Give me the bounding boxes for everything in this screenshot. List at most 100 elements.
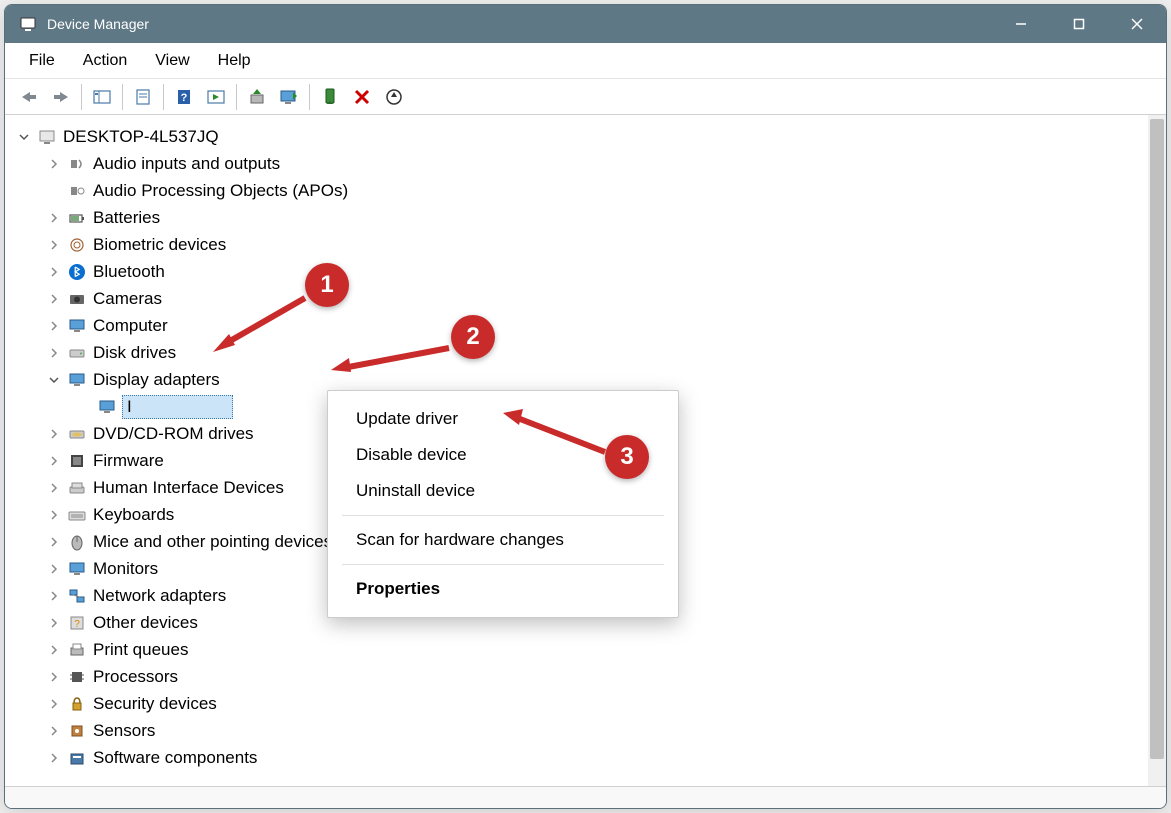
back-button[interactable]: [14, 83, 44, 111]
ctx-update-driver[interactable]: Update driver: [328, 401, 678, 437]
disable-device-button[interactable]: [274, 83, 304, 111]
tree-category[interactable]: Audio inputs and outputs: [15, 150, 1162, 177]
category-icon: [67, 343, 87, 363]
tree-category[interactable]: Batteries: [15, 204, 1162, 231]
category-label: Display adapters: [93, 370, 220, 390]
maximize-button[interactable]: [1050, 5, 1108, 43]
chevron-right-icon[interactable]: [45, 587, 63, 605]
category-icon: [67, 748, 87, 768]
tree-category[interactable]: Sensors: [15, 717, 1162, 744]
tree-category[interactable]: Bluetooth: [15, 258, 1162, 285]
svg-text:?: ?: [181, 92, 188, 104]
chevron-right-icon[interactable]: [45, 209, 63, 227]
chevron-right-icon[interactable]: [45, 290, 63, 308]
chevron-right-icon[interactable]: [45, 614, 63, 632]
window-title: Device Manager: [47, 16, 992, 32]
tree-category[interactable]: Computer: [15, 312, 1162, 339]
computer-icon: [37, 127, 57, 147]
chevron-right-icon[interactable]: [45, 668, 63, 686]
tree-category[interactable]: Security devices: [15, 690, 1162, 717]
category-label: Audio inputs and outputs: [93, 154, 280, 174]
chevron-right-icon[interactable]: [45, 641, 63, 659]
category-label: Mice and other pointing devices: [93, 532, 332, 552]
category-label: Bluetooth: [93, 262, 165, 282]
ctx-uninstall-device[interactable]: Uninstall device: [328, 473, 678, 509]
ctx-scan-hardware[interactable]: Scan for hardware changes: [328, 522, 678, 558]
chevron-right-icon[interactable]: [45, 236, 63, 254]
chevron-right-icon[interactable]: [45, 506, 63, 524]
forward-button[interactable]: [46, 83, 76, 111]
category-icon: ?: [67, 613, 87, 633]
uninstall-button[interactable]: [347, 83, 377, 111]
chevron-down-icon[interactable]: [15, 128, 33, 146]
root-label: DESKTOP-4L537JQ: [63, 127, 219, 147]
scan-button[interactable]: [201, 83, 231, 111]
category-icon: [67, 451, 87, 471]
toolbar-separator: [309, 84, 310, 110]
chevron-right-icon[interactable]: [45, 452, 63, 470]
category-label: Software components: [93, 748, 257, 768]
category-icon: [67, 289, 87, 309]
menu-help[interactable]: Help: [204, 46, 265, 76]
category-label: Firmware: [93, 451, 164, 471]
help-button[interactable]: ?: [169, 83, 199, 111]
properties-button[interactable]: [128, 83, 158, 111]
update-driver-button[interactable]: [242, 83, 272, 111]
tree-category[interactable]: Cameras: [15, 285, 1162, 312]
category-icon: [67, 424, 87, 444]
tree-category[interactable]: Processors: [15, 663, 1162, 690]
tree-category[interactable]: Biometric devices: [15, 231, 1162, 258]
ctx-separator: [342, 515, 664, 516]
close-button[interactable]: [1108, 5, 1166, 43]
chevron-right-icon[interactable]: [45, 479, 63, 497]
context-menu: Update driver Disable device Uninstall d…: [327, 390, 679, 618]
chevron-down-icon[interactable]: [45, 371, 63, 389]
tree-category[interactable]: Software components: [15, 744, 1162, 771]
tree-root[interactable]: DESKTOP-4L537JQ: [15, 123, 1162, 150]
toolbar: ?: [5, 79, 1166, 115]
app-icon: [19, 15, 37, 33]
vertical-scrollbar[interactable]: [1148, 115, 1166, 786]
tree-category[interactable]: Display adapters: [15, 366, 1162, 393]
enable-device-button[interactable]: [315, 83, 345, 111]
category-icon: [67, 235, 87, 255]
ctx-properties[interactable]: Properties: [328, 571, 678, 607]
chevron-right-icon[interactable]: [45, 560, 63, 578]
scan-hardware-button[interactable]: [379, 83, 409, 111]
tree-category[interactable]: Disk drives: [15, 339, 1162, 366]
scroll-thumb[interactable]: [1150, 119, 1164, 759]
chevron-right-icon[interactable]: [45, 749, 63, 767]
category-icon: [67, 532, 87, 552]
category-icon: [67, 586, 87, 606]
show-hide-tree-button[interactable]: [87, 83, 117, 111]
titlebar: Device Manager: [5, 5, 1166, 43]
menu-view[interactable]: View: [141, 46, 203, 76]
category-icon: [67, 721, 87, 741]
chevron-right-icon[interactable]: [45, 317, 63, 335]
category-label: Batteries: [93, 208, 160, 228]
tree-category[interactable]: Audio Processing Objects (APOs): [15, 177, 1162, 204]
chevron-right-icon[interactable]: [45, 425, 63, 443]
category-label: Other devices: [93, 613, 198, 633]
category-icon: [67, 667, 87, 687]
chevron-right-icon[interactable]: [45, 155, 63, 173]
category-label: Processors: [93, 667, 178, 687]
category-label: Human Interface Devices: [93, 478, 284, 498]
chevron-right-icon[interactable]: [45, 695, 63, 713]
menu-action[interactable]: Action: [69, 46, 141, 76]
ctx-separator: [342, 564, 664, 565]
category-label: Biometric devices: [93, 235, 226, 255]
category-label: Network adapters: [93, 586, 226, 606]
chevron-right-icon[interactable]: [45, 533, 63, 551]
content-area: DESKTOP-4L537JQ Audio inputs and outputs…: [5, 115, 1166, 786]
menu-file[interactable]: File: [15, 46, 69, 76]
category-icon: [67, 478, 87, 498]
category-label: Cameras: [93, 289, 162, 309]
category-icon: [67, 559, 87, 579]
chevron-right-icon[interactable]: [45, 344, 63, 362]
chevron-right-icon[interactable]: [45, 263, 63, 281]
ctx-disable-device[interactable]: Disable device: [328, 437, 678, 473]
minimize-button[interactable]: [992, 5, 1050, 43]
tree-category[interactable]: Print queues: [15, 636, 1162, 663]
chevron-right-icon[interactable]: [45, 722, 63, 740]
